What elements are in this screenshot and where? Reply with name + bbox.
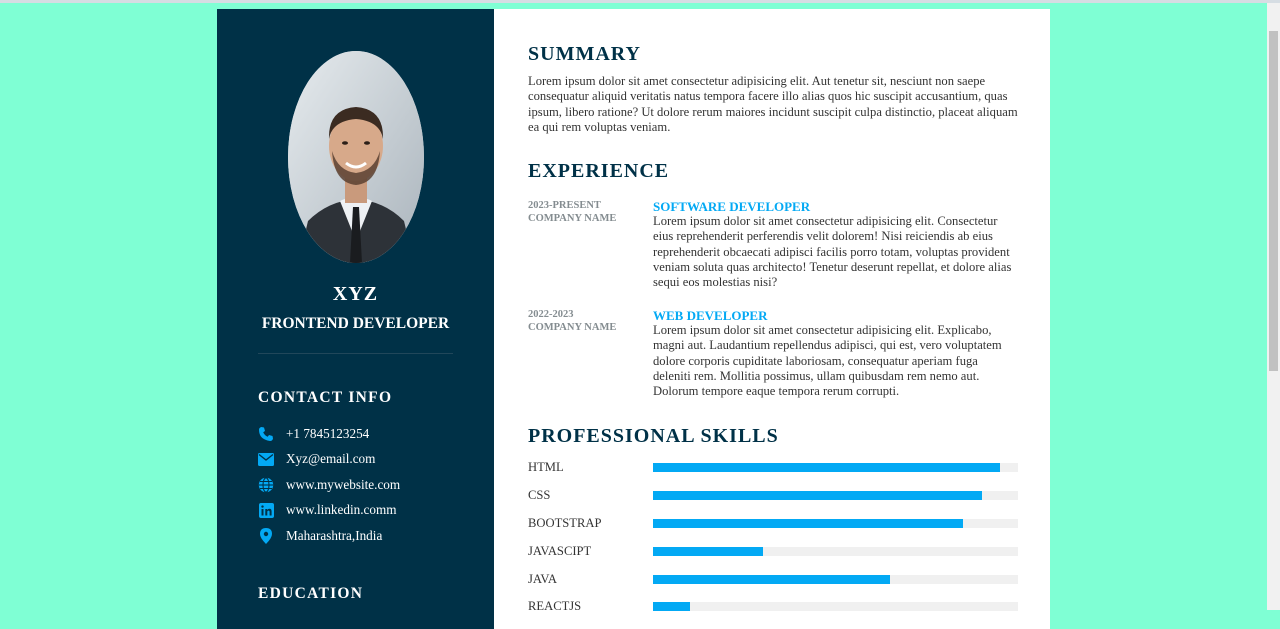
skill-bar (653, 463, 1018, 473)
skill-bar (653, 518, 1018, 528)
experience-company: COMPANY NAME (528, 213, 617, 224)
skill-bar-fill (653, 463, 1000, 473)
experience-role: WEB DEVELOPER (653, 308, 768, 323)
education-title: EDUCATION (258, 585, 364, 602)
experience-meta: 2022-2023 COMPANY NAME (528, 308, 653, 399)
skill-name: CSS (528, 488, 551, 503)
experience-period: 2023-PRESENT (528, 200, 601, 211)
experience-title: EXPERIENCE (528, 160, 670, 182)
skills-list: HTML CSS BOOTSTRAP JAVASCIPT JAVA REACTJS (528, 454, 1018, 621)
profile-role: FRONTEND DEVELOPER (261, 315, 450, 332)
linkedin-icon (257, 501, 275, 519)
contact-item-website: www.mywebsite.com (257, 472, 400, 498)
mail-icon (257, 450, 275, 468)
contact-website-text: www.mywebsite.com (286, 476, 401, 492)
phone-icon (257, 425, 275, 443)
contact-linkedin-text: www.linkedin.comm (286, 502, 397, 518)
skill-row: CSS (528, 482, 1018, 510)
skill-bar (653, 602, 1018, 612)
skill-bar (653, 546, 1018, 556)
browser-top-line (0, 0, 1280, 3)
skill-name: JAVASCIPT (528, 543, 592, 558)
scrollbar-thumb[interactable] (1269, 31, 1278, 371)
experience-description: Lorem ipsum dolor sit amet consectetur a… (653, 214, 1012, 290)
resume-sidebar: XYZ FRONTEND DEVELOPER CONTACT INFO +1 7… (217, 9, 494, 629)
page-scrollbar[interactable] (1267, 3, 1280, 610)
skill-name: JAVA (528, 571, 557, 586)
skill-name: BOOTSTRAP (528, 515, 602, 530)
skill-bar-fill (653, 602, 690, 612)
skill-bar-fill (653, 518, 964, 528)
skill-name: HTML (528, 460, 564, 475)
experience-meta: 2023-PRESENT COMPANY NAME (528, 199, 653, 290)
skill-bar (653, 491, 1018, 501)
sidebar-divider (258, 353, 453, 354)
experience-item: 2022-2023 COMPANY NAME WEB DEVELOPER Lor… (528, 308, 1018, 399)
contact-item-linkedin: www.linkedin.comm (257, 498, 400, 524)
resume-container: XYZ FRONTEND DEVELOPER CONTACT INFO +1 7… (217, 9, 1050, 629)
summary-text: Lorem ipsum dolor sit amet consectetur a… (528, 74, 1018, 134)
skill-row: JAVASCIPT (528, 537, 1018, 565)
skill-row: BOOTSTRAP (528, 510, 1018, 538)
experience-role: SOFTWARE DEVELOPER (653, 199, 811, 214)
skill-bar-fill (653, 546, 763, 556)
contact-phone-text: +1 7845123254 (286, 425, 370, 441)
contact-item-phone: +1 7845123254 (257, 421, 400, 447)
globe-icon (257, 476, 275, 494)
profile-photo (288, 51, 424, 263)
contact-info-title: CONTACT INFO (258, 389, 393, 406)
skill-row: HTML (528, 454, 1018, 482)
resume-main: SUMMARY Lorem ipsum dolor sit amet conse… (494, 9, 1050, 629)
experience-description: Lorem ipsum dolor sit amet consectetur a… (653, 323, 1002, 399)
experience-details: WEB DEVELOPER Lorem ipsum dolor sit amet… (653, 308, 1018, 399)
skill-row: JAVA (528, 565, 1018, 593)
contact-list: +1 7845123254 Xyz@email.com www.mywebsit… (257, 421, 400, 549)
skill-row: REACTJS (528, 593, 1018, 621)
skill-bar-fill (653, 574, 891, 584)
experience-period: 2022-2023 (528, 309, 574, 320)
summary-title: SUMMARY (528, 43, 641, 65)
experience-company: COMPANY NAME (528, 322, 617, 333)
contact-location-text: Maharashtra,India (286, 527, 383, 543)
skill-name: REACTJS (528, 599, 582, 614)
contact-item-location: Maharashtra,India (257, 523, 400, 549)
contact-email-text: Xyz@email.com (286, 451, 376, 467)
skills-title: PROFESSIONAL SKILLS (528, 425, 779, 447)
profile-name: XYZ (332, 283, 379, 305)
location-icon (257, 527, 275, 545)
contact-item-email: Xyz@email.com (257, 447, 400, 473)
experience-details: SOFTWARE DEVELOPER Lorem ipsum dolor sit… (653, 199, 1018, 290)
experience-item: 2023-PRESENT COMPANY NAME SOFTWARE DEVEL… (528, 199, 1018, 290)
skill-bar-fill (653, 491, 982, 501)
skill-bar (653, 574, 1018, 584)
